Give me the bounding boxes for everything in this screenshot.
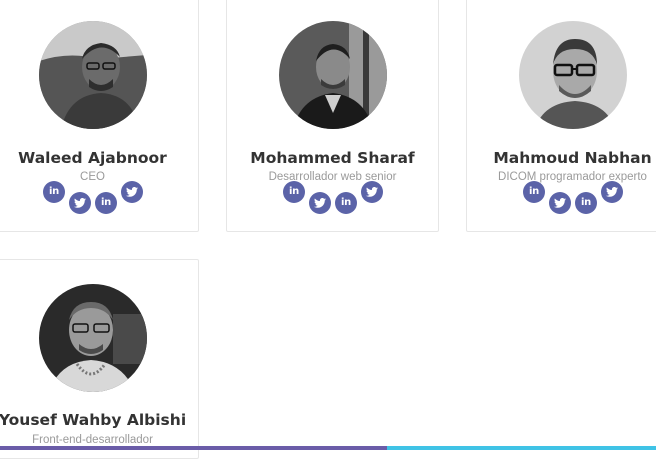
- team-card-mahmoud: Mahmoud Nabhan DICOM programador experto…: [466, 0, 656, 232]
- linkedin-icon[interactable]: in: [575, 192, 597, 214]
- twitter-icon[interactable]: [361, 181, 383, 203]
- team-card-mohammed: Mohammed Sharaf Desarrollador web senior…: [226, 0, 439, 232]
- team-card-waleed: Waleed Ajabnoor CEO in in: [0, 0, 199, 232]
- linkedin-icon[interactable]: in: [523, 181, 545, 203]
- avatar-waleed: [39, 21, 147, 129]
- twitter-icon[interactable]: [309, 192, 331, 214]
- linkedin-icon[interactable]: in: [43, 181, 65, 203]
- member-name: Yousef Wahby Albishi: [0, 411, 187, 429]
- member-role: CEO: [80, 171, 105, 183]
- avatar-mohammed: [279, 21, 387, 129]
- member-role: Desarrollador web senior: [268, 171, 397, 183]
- scroll-progress-fill: [0, 446, 388, 450]
- twitter-icon[interactable]: [121, 181, 143, 203]
- avatar-mahmoud: [519, 21, 627, 129]
- member-name: Waleed Ajabnoor: [18, 149, 167, 167]
- team-card-yousef: Yousef Wahby Albishi Front-end-desarroll…: [0, 259, 199, 459]
- scroll-progress-bar: [0, 446, 656, 450]
- member-name: Mahmoud Nabhan: [493, 149, 652, 167]
- avatar-yousef: [39, 284, 147, 392]
- twitter-icon[interactable]: [69, 192, 91, 214]
- twitter-icon[interactable]: [601, 181, 623, 203]
- twitter-icon[interactable]: [549, 192, 571, 214]
- member-role: DICOM programador experto: [498, 171, 647, 183]
- linkedin-icon[interactable]: in: [335, 192, 357, 214]
- member-role: Front-end-desarrollador: [32, 434, 153, 446]
- member-name: Mohammed Sharaf: [250, 149, 415, 167]
- linkedin-icon[interactable]: in: [283, 181, 305, 203]
- linkedin-icon[interactable]: in: [95, 192, 117, 214]
